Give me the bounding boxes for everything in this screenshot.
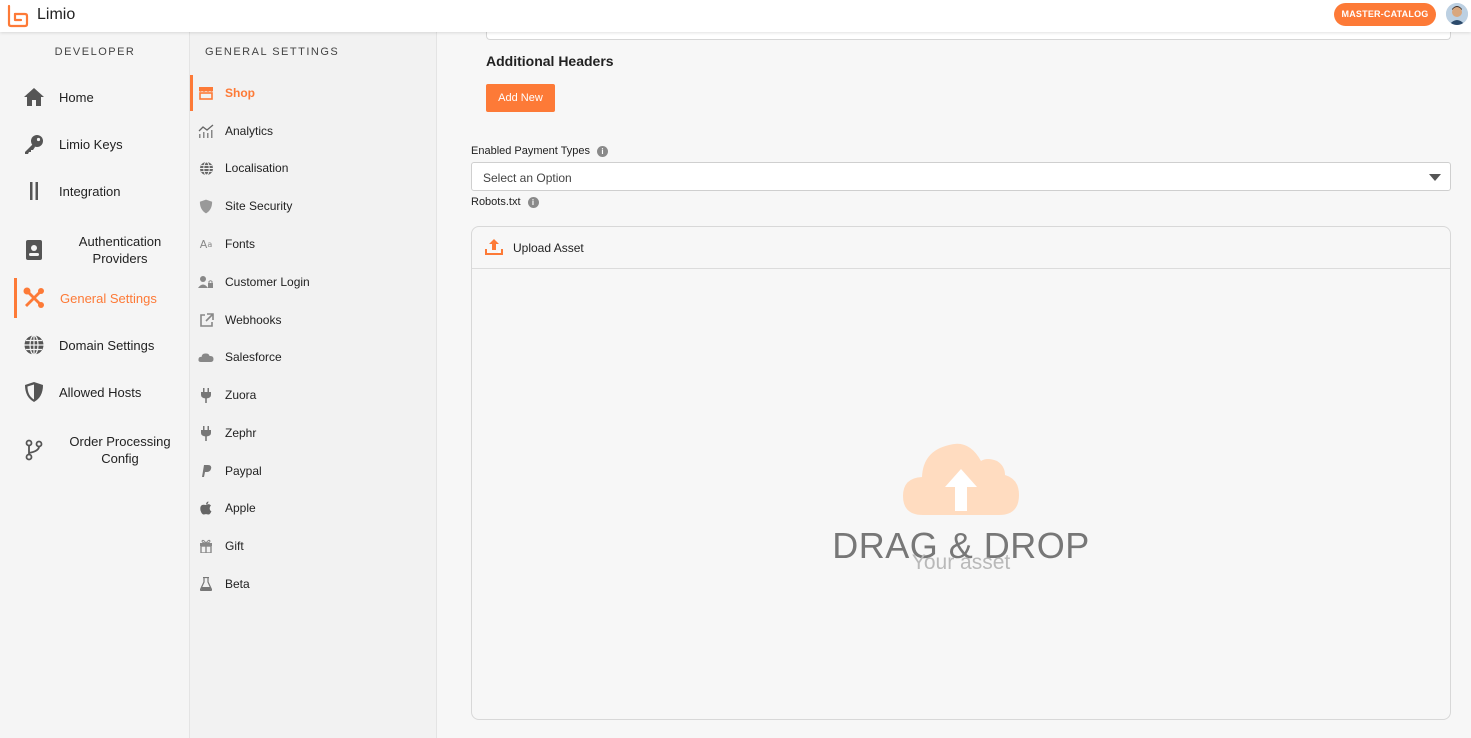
main-content: Additional Headers Add New Enabled Payme… xyxy=(437,30,1471,738)
sidebar-item-label: Integration xyxy=(59,183,121,199)
plug-icon xyxy=(198,425,214,441)
sidebar-item-label: Authentication Providers xyxy=(78,234,162,266)
shop-icon xyxy=(198,85,214,101)
sidebar-item-label: Order Processing Config xyxy=(69,434,171,466)
upload-icon xyxy=(485,239,503,255)
caret-down-icon xyxy=(1429,174,1441,181)
add-new-button[interactable]: Add New xyxy=(486,84,555,112)
subnav-item-label: Apple xyxy=(225,501,256,515)
payment-types-label: Enabled Payment Types i xyxy=(471,145,609,157)
upload-asset-card: Upload Asset DRAG & DROP Your asset xyxy=(471,226,1451,720)
font-icon: Aa xyxy=(199,237,213,251)
developer-sidebar: DEVELOPER Home Limio Keys Integration Au… xyxy=(0,32,190,738)
limio-logo-icon[interactable] xyxy=(6,4,30,28)
robots-label-text: Robots.txt xyxy=(471,196,521,208)
shield-icon xyxy=(22,380,46,404)
sidebar-item-label: Limio Keys xyxy=(59,136,123,152)
subnav-item-label: Zuora xyxy=(225,388,257,402)
sidebar-item-order-processing-config[interactable]: Order Processing Config xyxy=(14,427,190,473)
catalog-badge-button[interactable]: MASTER-CATALOG xyxy=(1334,3,1436,26)
gift-icon xyxy=(198,538,214,554)
tools-icon xyxy=(22,286,46,310)
additional-headers-heading: Additional Headers xyxy=(486,53,614,69)
chart-icon xyxy=(198,123,214,139)
sidebar-item-authentication-providers[interactable]: Authentication Providers xyxy=(14,227,190,273)
external-link-icon xyxy=(198,312,214,328)
globe-icon xyxy=(22,333,46,357)
id-badge-icon xyxy=(22,238,46,262)
apple-icon xyxy=(198,500,214,516)
subnav-item-customer-login[interactable]: Customer Login xyxy=(190,264,436,300)
subnav-item-zephr[interactable]: Zephr xyxy=(190,415,436,451)
subnav-item-label: Fonts xyxy=(225,237,256,251)
subnav-item-paypal[interactable]: Paypal xyxy=(190,453,436,489)
payment-types-select[interactable]: Select an Option xyxy=(471,162,1451,191)
subnav-item-zuora[interactable]: Zuora xyxy=(190,377,436,413)
subnav-item-label: Beta xyxy=(225,577,250,591)
paypal-icon xyxy=(198,463,214,479)
subnav-item-label: Paypal xyxy=(225,464,262,478)
sidebar-item-label: Home xyxy=(59,89,94,105)
subnav-item-label: Zephr xyxy=(225,426,257,440)
subnav-item-label: Site Security xyxy=(225,199,293,213)
subnav-item-beta[interactable]: Beta xyxy=(190,566,436,602)
user-avatar-icon xyxy=(1446,3,1468,25)
upload-asset-label: Upload Asset xyxy=(513,241,584,255)
sidebar-item-label: General Settings xyxy=(60,290,157,306)
subnav-item-label: Localisation xyxy=(225,161,289,175)
sidebar-item-domain-settings[interactable]: Domain Settings xyxy=(14,325,190,365)
payment-types-value: Select an Option xyxy=(483,171,572,185)
key-icon xyxy=(22,132,46,156)
branch-icon xyxy=(22,438,46,462)
sidebar-item-limio-keys[interactable]: Limio Keys xyxy=(14,124,190,164)
avatar[interactable] xyxy=(1446,3,1468,25)
sidebar-item-label: Allowed Hosts xyxy=(59,384,142,400)
subnav-item-shop[interactable]: Shop xyxy=(190,75,436,111)
subnav-item-label: Analytics xyxy=(225,124,274,138)
subnav-item-site-security[interactable]: Site Security xyxy=(190,188,436,224)
subnav-item-webhooks[interactable]: Webhooks xyxy=(190,302,436,338)
subnav-item-salesforce[interactable]: Salesforce xyxy=(190,339,436,375)
shield-icon xyxy=(198,198,214,214)
flask-icon xyxy=(198,576,214,592)
subnav-item-gift[interactable]: Gift xyxy=(190,528,436,564)
subnav-item-localisation[interactable]: Localisation xyxy=(190,150,436,186)
subnav-item-label: Gift xyxy=(225,539,244,553)
top-bar: Limio MASTER-CATALOG xyxy=(0,0,1471,32)
home-icon xyxy=(22,85,46,109)
sidebar-item-integration[interactable]: Integration xyxy=(14,171,190,211)
drag-drop-subtitle: Your asset xyxy=(911,551,1011,574)
subnav-item-label: Webhooks xyxy=(225,313,282,327)
integration-icon xyxy=(22,179,46,203)
upload-asset-header[interactable]: Upload Asset xyxy=(472,227,1450,269)
sidebar-title: DEVELOPER xyxy=(54,46,136,58)
app-name: Limio xyxy=(37,6,76,23)
globe-icon xyxy=(198,160,214,176)
sidebar-item-home[interactable]: Home xyxy=(14,77,190,117)
subnav-item-analytics[interactable]: Analytics xyxy=(190,113,436,149)
info-icon[interactable]: i xyxy=(597,145,609,157)
general-settings-subnav: GENERAL SETTINGS Shop Analytics Localisa… xyxy=(190,32,437,738)
subnav-item-label: Shop xyxy=(225,86,255,100)
subnav-item-apple[interactable]: Apple xyxy=(190,490,436,526)
drop-zone[interactable]: DRAG & DROP Your asset xyxy=(472,270,1450,719)
sidebar-item-general-settings[interactable]: General Settings xyxy=(14,278,190,318)
robots-label: Robots.txt i xyxy=(471,196,539,208)
subnav-item-label: Customer Login xyxy=(225,275,310,289)
subnav-item-label: Salesforce xyxy=(225,350,282,364)
cloud-upload-icon xyxy=(903,443,1019,515)
plug-icon xyxy=(198,387,214,403)
subnav-title: GENERAL SETTINGS xyxy=(205,46,340,58)
cloud-icon xyxy=(198,349,214,365)
payment-types-label-text: Enabled Payment Types xyxy=(471,145,591,157)
sidebar-item-label: Domain Settings xyxy=(59,337,155,353)
subnav-item-fonts[interactable]: Aa Fonts xyxy=(190,226,436,262)
info-icon[interactable]: i xyxy=(527,196,539,208)
user-lock-icon xyxy=(198,274,214,290)
sidebar-item-allowed-hosts[interactable]: Allowed Hosts xyxy=(14,372,190,412)
